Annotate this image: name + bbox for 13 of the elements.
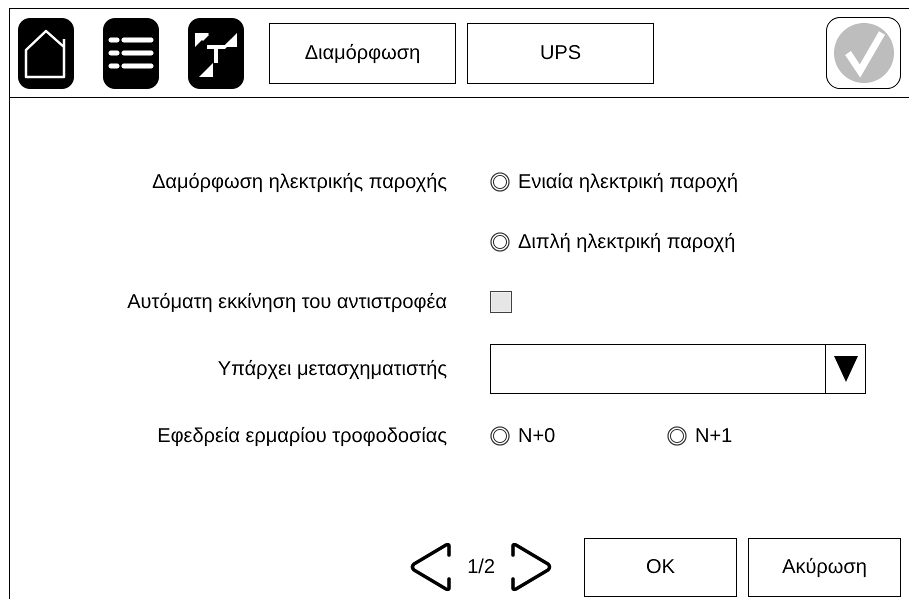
- field-label: Δαμόρφωση ηλεκτρικής παροχής: [151, 170, 448, 195]
- option-label: N+0: [518, 424, 556, 449]
- tab[interactable]: Διαμόρφωση: [269, 22, 456, 84]
- option-label: Διπλή ηλεκτρική παροχή: [518, 230, 736, 255]
- field-label: Εφεδρεία ερμαρίου τροφοδοσίας: [156, 424, 448, 449]
- field-label: Υπάρχει μετασχηματιστής: [216, 357, 448, 382]
- dialog-button[interactable]: OK: [584, 538, 737, 596]
- tab[interactable]: UPS: [467, 22, 654, 84]
- dialog-button[interactable]: Ακύρωση: [748, 538, 901, 596]
- page-indicator: 1/2: [467, 555, 495, 580]
- option-label: N+1: [695, 424, 732, 449]
- field-label: Αυτόματη εκκίνηση του αντιστροφέα: [126, 290, 448, 315]
- option-label: Ενιαία ηλεκτρική παροχή: [518, 170, 738, 195]
